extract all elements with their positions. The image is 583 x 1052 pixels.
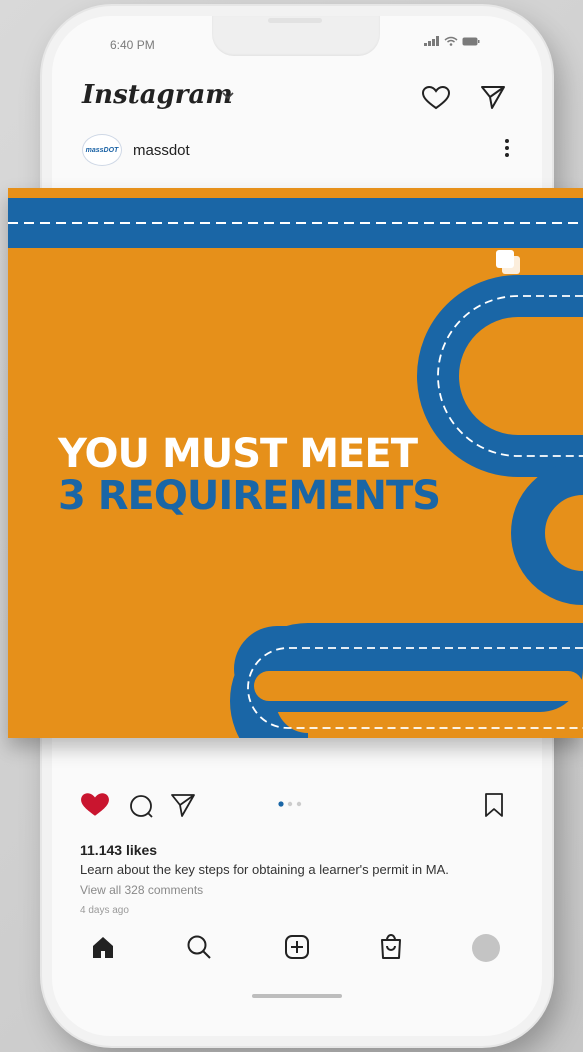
shop-icon[interactable] — [378, 932, 404, 960]
headline-line-1: YOU MUST MEET — [58, 431, 418, 477]
add-post-icon[interactable] — [284, 934, 310, 960]
avatar[interactable]: massDOT — [82, 134, 122, 166]
post-timestamp: 4 days ago — [80, 905, 129, 916]
heart-filled-icon[interactable] — [80, 792, 110, 818]
headline-line-2: 3 REQUIREMENTS — [58, 473, 441, 519]
send-icon[interactable] — [480, 84, 506, 110]
battery-icon — [462, 37, 480, 45]
bookmark-icon[interactable] — [482, 792, 506, 818]
comment-icon[interactable] — [128, 793, 154, 819]
signal-icon — [424, 36, 439, 46]
speaker — [268, 18, 322, 23]
post-image[interactable]: YOU MUST MEET 3 REQUIREMENTS — [8, 188, 583, 738]
instagram-logo[interactable]: Instagram — [82, 80, 233, 110]
likes-count[interactable]: 11.143 likes — [80, 842, 157, 858]
carousel-dots — [278, 801, 302, 807]
more-options-icon[interactable] — [504, 138, 510, 158]
chevron-down-icon[interactable] — [222, 92, 234, 100]
view-comments-link[interactable]: View all 328 comments — [80, 883, 203, 897]
share-icon[interactable] — [170, 792, 196, 818]
carousel-icon — [496, 250, 520, 274]
home-indicator — [252, 994, 342, 998]
home-icon[interactable] — [90, 934, 116, 960]
wifi-icon — [444, 36, 458, 46]
profile-avatar[interactable] — [472, 934, 500, 962]
post-headline: YOU MUST MEET 3 REQUIREMENTS — [58, 431, 441, 519]
heart-icon[interactable] — [422, 86, 450, 110]
post-caption: Learn about the key steps for obtaining … — [80, 862, 449, 877]
status-time: 6:40 PM — [110, 38, 155, 52]
username[interactable]: massdot — [133, 142, 190, 159]
status-icons — [424, 36, 480, 46]
search-icon[interactable] — [186, 934, 212, 960]
